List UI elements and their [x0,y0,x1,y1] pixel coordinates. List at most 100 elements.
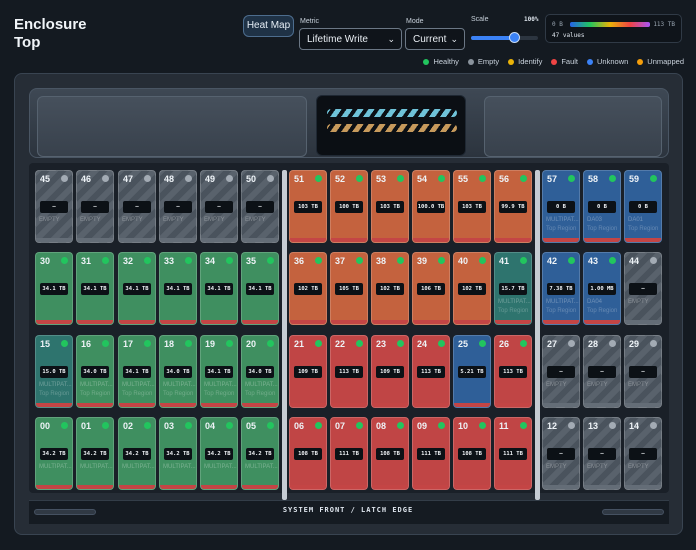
drive-slot[interactable]: 47 — EMPTY [118,170,156,243]
status-led-icon [144,422,151,429]
drive-slot[interactable]: 58 0 B DA03 Top Region [583,170,621,243]
drive-slot[interactable]: 17 34.1 TB MULTIPAT... Top Region [118,335,156,408]
drive-slot[interactable]: 36 102 TB [289,252,327,325]
drive-slot[interactable]: 42 7.38 TB MULTIPAT... Top Region [542,252,580,325]
scale-slider-handle[interactable] [509,32,521,43]
slot-value: 0 B [629,201,657,213]
drive-slot[interactable]: 59 0 B DA01 Top Region [624,170,662,243]
drive-slot[interactable]: 48 — EMPTY [159,170,197,243]
heat-map-button[interactable]: Heat Map [243,15,294,37]
slot-number: 53 [376,174,387,184]
status-led-icon [609,422,616,429]
slot-health-bar [36,238,72,242]
status-legend-item: Unknown [587,57,628,66]
legend-count: 47 values [552,32,585,39]
slot-health-bar [119,238,155,242]
enclosure-view: Enclosure Top Heat Map Metric Lifetime W… [0,0,696,550]
drive-slot[interactable]: 30 34.1 TB [35,252,73,325]
slot-health-bar [454,320,490,324]
slot-number: 27 [547,339,558,349]
drive-slot[interactable]: 38 102 TB [371,252,409,325]
slot-health-bar [543,238,579,242]
drive-slot[interactable]: 56 99.9 TB [494,170,532,243]
drive-slot[interactable]: 54 100.0 TB [412,170,450,243]
drive-slot[interactable]: 28 — EMPTY [583,335,621,408]
slot-number: 25 [458,339,469,349]
slot-location: Top Region [546,308,577,314]
drive-slot[interactable]: 04 34.2 TB MULTIPAT... [200,417,238,490]
drive-slot[interactable]: 22 113 TB [330,335,368,408]
drive-slot[interactable]: 34 34.1 TB [200,252,238,325]
drive-slot[interactable]: 39 106 TB [412,252,450,325]
slot-number: 02 [123,421,134,431]
drive-slot[interactable]: 08 108 TB [371,417,409,490]
drive-slot[interactable]: 26 113 TB [494,335,532,408]
slot-health-bar [36,320,72,324]
status-led-icon [226,175,233,182]
slot-value: 34.2 TB [40,448,68,460]
drive-slot[interactable]: 51 103 TB [289,170,327,243]
status-led-icon [520,422,527,429]
drive-slot[interactable]: 49 — EMPTY [200,170,238,243]
status-led-icon [356,257,363,264]
drive-slot[interactable]: 46 — EMPTY [76,170,114,243]
drive-slot[interactable]: 00 34.2 TB MULTIPAT... [35,417,73,490]
metric-select[interactable]: Lifetime Write ⌄ [299,28,402,50]
drive-slot[interactable]: 31 34.1 TB [76,252,114,325]
drive-slot[interactable]: 19 34.1 TB MULTIPAT... Top Region [200,335,238,408]
drive-slot[interactable]: 52 100 TB [330,170,368,243]
drive-slot[interactable]: 21 109 TB [289,335,327,408]
drive-slot[interactable]: 13 — EMPTY [583,417,621,490]
slot-value: 34.1 TB [81,283,109,295]
drive-slot[interactable]: 33 34.1 TB [159,252,197,325]
drive-slot[interactable]: 01 34.2 TB MULTIPAT... [76,417,114,490]
drive-slot[interactable]: 57 0 B MULTIPAT... Top Region [542,170,580,243]
drive-slot[interactable]: 50 — EMPTY [241,170,279,243]
drive-slot[interactable]: 27 — EMPTY [542,335,580,408]
metric-select-value: Lifetime Write [307,34,368,45]
slot-number: 16 [81,339,92,349]
drive-slot[interactable]: 15 15.0 TB MULTIPAT... Top Region [35,335,73,408]
drive-slot[interactable]: 10 108 TB [453,417,491,490]
drive-slot[interactable]: 40 102 TB [453,252,491,325]
slot-value: 103 TB [458,201,486,213]
drive-slot[interactable]: 35 34.1 TB [241,252,279,325]
slot-model: EMPTY [39,217,60,223]
slot-value: — [246,201,274,213]
drive-slot[interactable]: 07 111 TB [330,417,368,490]
status-led-icon [102,257,109,264]
slot-health-bar [290,320,326,324]
drive-slot[interactable]: 53 103 TB [371,170,409,243]
drive-slot[interactable]: 37 105 TB [330,252,368,325]
drive-slot[interactable]: 14 — EMPTY [624,417,662,490]
slot-health-bar [413,403,449,407]
slot-number: 50 [246,174,257,184]
slot-value: — [123,201,151,213]
drive-slot[interactable]: 44 — EMPTY [624,252,662,325]
slot-number: 11 [499,421,509,431]
slot-number: 20 [246,339,257,349]
drive-slot[interactable]: 29 — EMPTY [624,335,662,408]
mode-select[interactable]: Current ⌄ [405,28,465,50]
drive-slot[interactable]: 06 108 TB [289,417,327,490]
scale-slider[interactable] [471,32,538,43]
drive-slot[interactable]: 03 34.2 TB MULTIPAT... [159,417,197,490]
drive-slot[interactable]: 09 111 TB [412,417,450,490]
drive-slot[interactable]: 45 — EMPTY [35,170,73,243]
drive-slot[interactable]: 12 — EMPTY [542,417,580,490]
drive-slot[interactable]: 41 15.7 TB MULTIPAT... Top Region [494,252,532,325]
drive-slot[interactable]: 20 34.0 TB MULTIPAT... Top Region [241,335,279,408]
drive-slot[interactable]: 02 34.2 TB MULTIPAT... [118,417,156,490]
drive-slot[interactable]: 23 109 TB [371,335,409,408]
drive-slot[interactable]: 18 34.0 TB MULTIPAT... Top Region [159,335,197,408]
drive-slot[interactable]: 05 34.2 TB MULTIPAT... [241,417,279,490]
drive-slot[interactable]: 43 1.00 MB DA04 Top Region [583,252,621,325]
drive-slot[interactable]: 32 34.1 TB [118,252,156,325]
drive-slot[interactable]: 16 34.0 TB MULTIPAT... Top Region [76,335,114,408]
status-led-icon [568,257,575,264]
drive-slot[interactable]: 11 111 TB [494,417,532,490]
drive-slot[interactable]: 55 103 TB [453,170,491,243]
status-dot-icon [508,58,515,65]
drive-slot[interactable]: 25 5.21 TB [453,335,491,408]
drive-slot[interactable]: 24 113 TB [412,335,450,408]
